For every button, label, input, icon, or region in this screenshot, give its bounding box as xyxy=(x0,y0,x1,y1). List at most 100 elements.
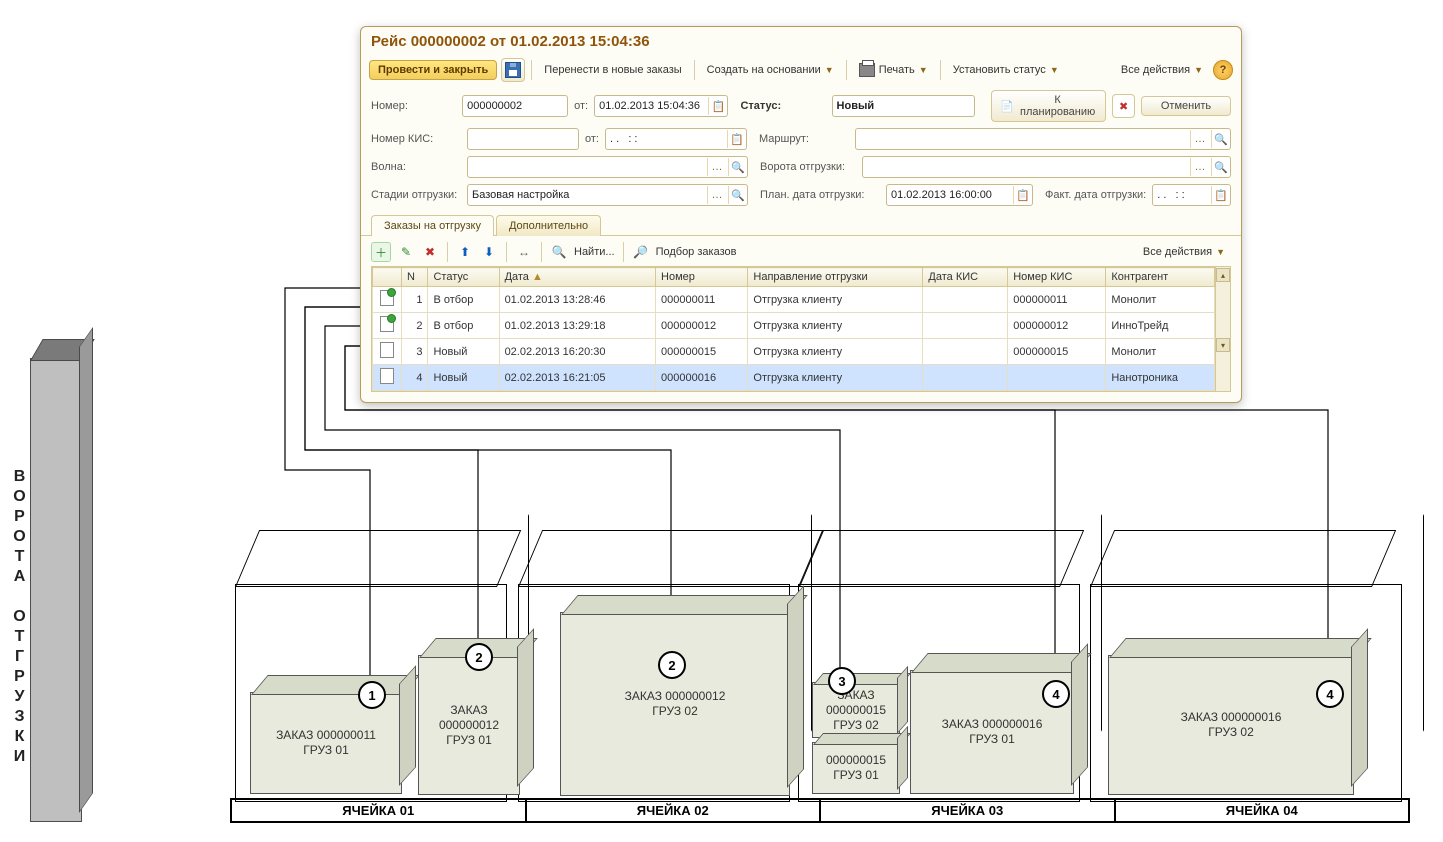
ship-stages-field[interactable]: … 🔍 xyxy=(467,184,748,206)
label-ship-gate: Ворота отгрузки: xyxy=(760,161,856,173)
table-row[interactable]: 3Новый02.02.2013 16:20:30000000015Отгруз… xyxy=(373,339,1215,365)
pick-icon[interactable]: 🔎 xyxy=(632,243,650,261)
create-based-on-button[interactable]: Создать на основании ▼ xyxy=(701,61,840,79)
to-planning-button[interactable]: 📄К планированию xyxy=(991,90,1106,122)
table-cell: 02.02.2013 16:20:30 xyxy=(499,339,655,365)
search-icon[interactable]: 🔍 xyxy=(1211,130,1230,148)
calendar-icon[interactable]: 📋 xyxy=(1211,186,1230,204)
badge: 1 xyxy=(358,681,386,709)
move-to-new-orders-button[interactable]: Перенести в новые заказы xyxy=(538,61,687,79)
search-icon[interactable]: 🔍 xyxy=(1211,158,1230,176)
table-row[interactable]: 4Новый02.02.2013 16:21:05000000016Отгруз… xyxy=(373,365,1215,391)
cancel-button[interactable]: Отменить xyxy=(1141,96,1231,116)
document-posted-icon xyxy=(380,316,394,332)
box-order: ЗАКАЗ 000000011 xyxy=(276,728,376,743)
cargo-box: ЗАКАЗ 000000015 ГРУЗ 02 xyxy=(812,682,900,738)
ellipsis-icon[interactable]: … xyxy=(707,158,726,176)
table-cell: Отгрузка клиенту xyxy=(748,287,923,313)
tab-bar: Заказы на отгрузку Дополнительно xyxy=(361,214,1241,236)
move-up-button[interactable]: ⬆ xyxy=(456,243,474,261)
ellipsis-icon[interactable]: … xyxy=(707,186,726,204)
calendar-icon[interactable]: 📋 xyxy=(727,130,746,148)
cell-label: ЯЧЕЙКА 01 xyxy=(230,798,527,823)
status-field[interactable] xyxy=(832,95,976,117)
scroll-up-button[interactable]: ▴ xyxy=(1216,268,1230,282)
add-row-button[interactable]: ＋ xyxy=(371,242,391,262)
number-field[interactable] xyxy=(462,95,568,117)
find-icon[interactable]: 🔍 xyxy=(550,243,568,261)
table-cell xyxy=(923,365,1008,391)
cancel-icon-button[interactable]: ✖ xyxy=(1112,94,1135,118)
column-header[interactable]: Дата ▲ xyxy=(499,268,655,287)
pick-orders-button[interactable]: Подбор заказов xyxy=(656,246,737,258)
cargo-box: ЗАКАЗ 000000011 ГРУЗ 01 xyxy=(250,692,402,794)
table-cell: 02.02.2013 16:21:05 xyxy=(499,365,655,391)
table-cell: Нанотроника xyxy=(1106,365,1215,391)
table-row[interactable]: 1В отбор01.02.2013 13:28:46000000011Отгр… xyxy=(373,287,1215,313)
column-header[interactable]: Статус xyxy=(428,268,499,287)
box-cargo: ГРУЗ 02 xyxy=(652,704,698,719)
cell-label: ЯЧЕЙКА 03 xyxy=(821,798,1116,823)
wave-field[interactable]: … 🔍 xyxy=(467,156,748,178)
cell-label: ЯЧЕЙКА 02 xyxy=(527,798,822,823)
trip-window: Рейс 000000002 от 01.02.2013 15:04:36 Пр… xyxy=(360,26,1242,403)
move-down-button[interactable]: ⬇ xyxy=(480,243,498,261)
orders-grid[interactable]: NСтатусДата ▲НомерНаправление отгрузкиДа… xyxy=(372,267,1215,391)
column-header[interactable]: N xyxy=(402,268,428,287)
search-icon[interactable]: 🔍 xyxy=(728,158,747,176)
ellipsis-icon[interactable]: … xyxy=(1190,158,1209,176)
calendar-icon[interactable]: 📋 xyxy=(1013,186,1032,204)
help-icon[interactable]: ? xyxy=(1213,60,1233,80)
calendar-icon[interactable]: 📋 xyxy=(708,97,727,115)
caret-down-icon: ▼ xyxy=(1050,65,1059,75)
ship-gate-field[interactable]: … 🔍 xyxy=(862,156,1231,178)
caret-down-icon: ▼ xyxy=(919,65,928,75)
column-header[interactable]: Номер xyxy=(656,268,748,287)
toolbar-all-actions-button[interactable]: Все действия ▼ xyxy=(1115,61,1209,79)
column-header[interactable]: Направление отгрузки xyxy=(748,268,923,287)
plan-ship-date-field[interactable]: 📋 xyxy=(886,184,1033,206)
cell-labels-row: ЯЧЕЙКА 01 ЯЧЕЙКА 02 ЯЧЕЙКА 03 ЯЧЕЙКА 04 xyxy=(230,798,1410,823)
table-cell: В отбор xyxy=(428,313,499,339)
print-button[interactable]: Печать ▼ xyxy=(853,60,934,80)
scroll-down-button[interactable]: ▾ xyxy=(1216,338,1230,352)
save-button[interactable] xyxy=(501,58,525,82)
caret-down-icon: ▼ xyxy=(825,65,834,75)
main-toolbar: Провести и закрыть Перенести в новые зак… xyxy=(361,54,1241,86)
ellipsis-icon[interactable]: … xyxy=(1190,130,1209,148)
table-cell: 000000015 xyxy=(656,339,748,365)
tab-extra[interactable]: Дополнительно xyxy=(496,215,601,236)
kis-from-field[interactable]: 📋 xyxy=(605,128,747,150)
find-button[interactable]: Найти... xyxy=(574,246,615,258)
search-icon[interactable]: 🔍 xyxy=(728,186,747,204)
grid-toolbar: ＋ ✎ ✖ ⬆ ⬇ ↔ 🔍 Найти... 🔎 Подбор заказов … xyxy=(371,242,1231,262)
box-order: ЗАКАЗ 000000016 xyxy=(942,717,1043,732)
label-fact-ship-date: Факт. дата отгрузки: xyxy=(1045,189,1146,201)
table-cell: 01.02.2013 13:29:18 xyxy=(499,313,655,339)
gate-3d xyxy=(30,358,82,822)
box-order: 000000015 xyxy=(826,703,886,718)
route-field[interactable]: … 🔍 xyxy=(855,128,1231,150)
box-cargo: ГРУЗ 02 xyxy=(833,718,879,733)
delete-row-button[interactable]: ✖ xyxy=(421,243,439,261)
set-status-button[interactable]: Установить статус ▼ xyxy=(947,61,1065,79)
post-and-close-button[interactable]: Провести и закрыть xyxy=(369,60,497,80)
table-cell xyxy=(923,339,1008,365)
table-cell: 000000011 xyxy=(1008,287,1106,313)
tab-orders[interactable]: Заказы на отгрузку xyxy=(371,215,494,236)
fit-width-button[interactable]: ↔ xyxy=(515,243,533,261)
table-cell: Отгрузка клиенту xyxy=(748,365,923,391)
grid-scrollbar[interactable]: ▴ ▾ xyxy=(1215,267,1230,391)
column-header[interactable]: Контрагент xyxy=(1106,268,1215,287)
edit-row-button[interactable]: ✎ xyxy=(397,243,415,261)
column-header[interactable]: Номер КИС xyxy=(1008,268,1106,287)
table-cell: 000000012 xyxy=(1008,313,1106,339)
from-date-field[interactable]: 📋 xyxy=(594,95,728,117)
table-row[interactable]: 2В отбор01.02.2013 13:29:18000000012Отгр… xyxy=(373,313,1215,339)
grid-all-actions-button[interactable]: Все действия ▼ xyxy=(1137,243,1231,261)
column-header[interactable]: Дата КИС xyxy=(923,268,1008,287)
label-wave: Волна: xyxy=(371,161,461,173)
kis-number-field[interactable] xyxy=(467,128,579,150)
fact-ship-date-field[interactable]: 📋 xyxy=(1152,184,1231,206)
box-cargo: ГРУЗ 01 xyxy=(446,733,492,748)
